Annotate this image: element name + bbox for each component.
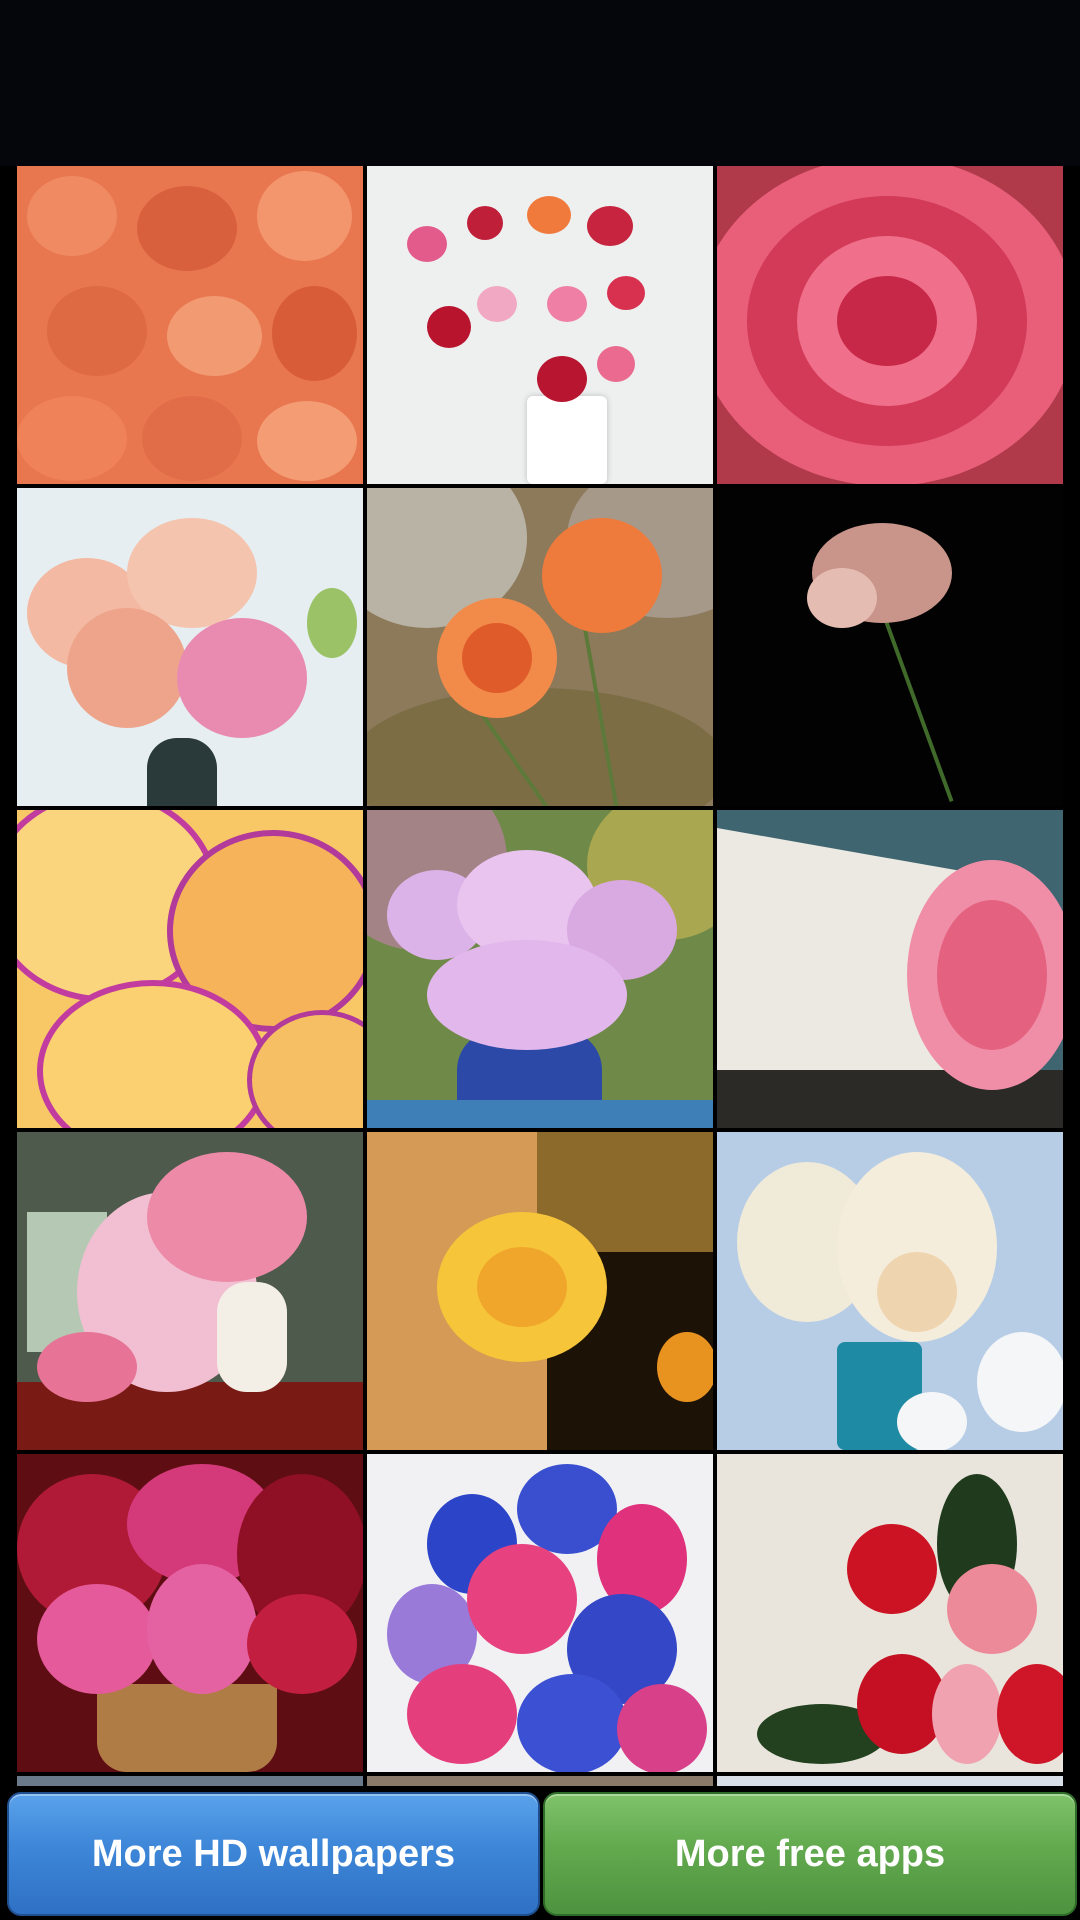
carnation-shape	[467, 1544, 577, 1654]
carnation-shape	[37, 1332, 137, 1402]
wallpaper-thumbnail-17[interactable]	[367, 1776, 713, 1786]
flower-stem	[874, 593, 954, 803]
wallpaper-thumbnail-5[interactable]	[367, 488, 713, 806]
wallpaper-thumbnail-2[interactable]	[367, 166, 713, 484]
carnation-shape	[407, 1664, 517, 1764]
vase-shape	[147, 738, 217, 806]
carnation-shape	[47, 286, 147, 376]
wallpaper-thumbnail-14[interactable]	[367, 1454, 713, 1772]
wallpaper-thumbnail-6[interactable]	[717, 488, 1063, 806]
wallpaper-thumbnail-9[interactable]	[717, 810, 1063, 1128]
carnation-shape	[67, 608, 187, 728]
carnation-shape	[462, 623, 532, 693]
carnation-shape	[17, 396, 127, 481]
vase-shape	[97, 1684, 277, 1772]
more-hd-wallpapers-label: More HD wallpapers	[91, 1832, 456, 1875]
carnation-shape	[837, 276, 937, 366]
carnation-shape	[617, 1684, 707, 1772]
wallpaper-thumbnail-15[interactable]	[717, 1454, 1063, 1772]
carnation-shape	[997, 1664, 1063, 1764]
carnation-shape	[537, 356, 587, 402]
carnation-shape	[247, 1594, 357, 1694]
carnation-shape	[407, 226, 447, 262]
background-foliage	[367, 688, 713, 806]
carnation-shape	[477, 286, 517, 322]
wallpaper-thumbnail-1[interactable]	[17, 166, 363, 484]
carnation-shape	[467, 206, 503, 240]
carnation-shape	[527, 196, 571, 234]
more-free-apps-button[interactable]: More free apps	[543, 1792, 1077, 1916]
carnation-shape	[37, 1584, 157, 1694]
wallpaper-thumbnail-16[interactable]	[17, 1776, 363, 1786]
carnation-shape	[147, 1152, 307, 1282]
wallpaper-thumbnail-3[interactable]	[717, 166, 1063, 484]
wallpaper-thumbnail-7[interactable]	[17, 810, 363, 1128]
carnation-shape	[547, 286, 587, 322]
carnation-shape	[427, 940, 627, 1050]
carnation-shape	[542, 518, 662, 633]
more-hd-wallpapers-button[interactable]: More HD wallpapers	[7, 1792, 540, 1916]
carnation-shape	[257, 171, 352, 261]
carnation-shape	[947, 1564, 1037, 1654]
carnation-shape	[307, 588, 357, 658]
wallpaper-thumbnail-10[interactable]	[17, 1132, 363, 1450]
wallpaper-thumbnail-18[interactable]	[717, 1776, 1063, 1786]
carnation-shape	[142, 396, 242, 481]
carnation-shape	[427, 306, 471, 348]
more-free-apps-label: More free apps	[674, 1832, 946, 1875]
carnation-shape	[587, 206, 633, 246]
carnation-shape	[807, 568, 877, 628]
carnation-shape	[137, 186, 237, 271]
carnation-shape	[847, 1524, 937, 1614]
carnation-shape	[177, 618, 307, 738]
vase-shape	[527, 396, 607, 484]
carnation-shape	[607, 276, 645, 310]
carnation-shape	[167, 296, 262, 376]
wallpaper-grid[interactable]	[17, 166, 1063, 1786]
wallpaper-thumbnail-13[interactable]	[17, 1454, 363, 1772]
flower-cluster	[877, 1252, 957, 1332]
carnation-shape	[932, 1664, 1002, 1764]
top-banner-area	[0, 0, 1080, 166]
carnation-shape	[477, 1247, 567, 1327]
wallpaper-thumbnail-12[interactable]	[717, 1132, 1063, 1450]
wallpaper-thumbnail-4[interactable]	[17, 488, 363, 806]
carnation-shape	[657, 1332, 713, 1402]
teapot-shape	[977, 1332, 1063, 1432]
cup-shape	[897, 1392, 967, 1450]
vase-shape	[217, 1282, 287, 1392]
carnation-shape	[597, 346, 635, 382]
carnation-shape	[517, 1674, 627, 1772]
carnation-shape	[27, 176, 117, 256]
wallpaper-thumbnail-8[interactable]	[367, 810, 713, 1128]
carnation-shape	[937, 900, 1047, 1050]
wallpaper-thumbnail-11[interactable]	[367, 1132, 713, 1450]
carnation-shape	[272, 286, 357, 381]
carnation-shape	[257, 401, 357, 481]
carnation-shape	[147, 1564, 257, 1694]
table-shape	[367, 1100, 713, 1128]
